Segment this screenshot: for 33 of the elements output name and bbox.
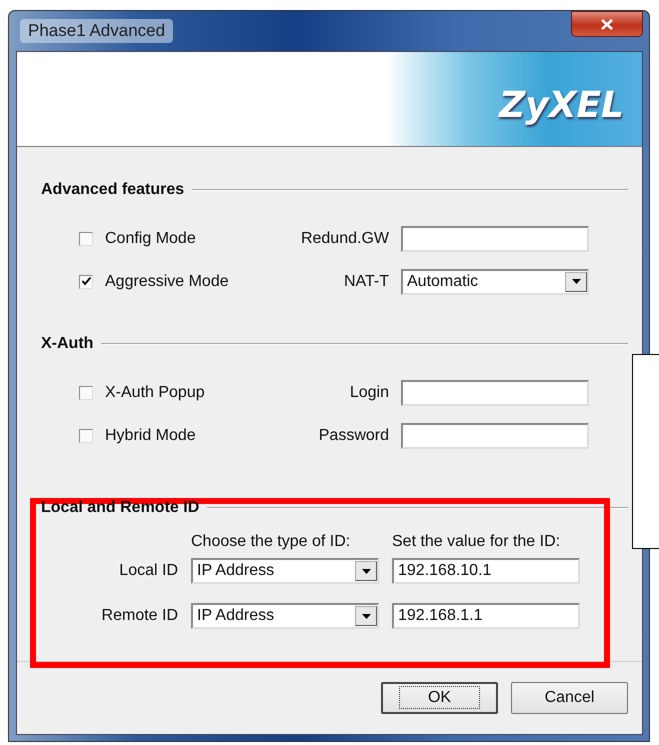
input-field[interactable]	[401, 380, 589, 406]
field-label: Login	[350, 384, 389, 402]
checkbox[interactable]	[79, 274, 93, 288]
input-field[interactable]: 192.168.10.1	[392, 558, 580, 584]
section-title: Local and Remote ID	[41, 499, 200, 517]
input-field[interactable]	[401, 226, 589, 252]
checkbox-label: X-Auth Popup	[105, 384, 205, 402]
window-title: Phase1 Advanced	[20, 19, 174, 43]
input-field[interactable]	[401, 422, 589, 448]
checkbox-label: Config Mode	[105, 230, 196, 248]
logo: ZyXEL	[499, 84, 624, 126]
ok-button[interactable]: OK	[381, 682, 498, 714]
cancel-button[interactable]: Cancel	[511, 682, 628, 714]
column-header: Choose the type of ID:	[191, 533, 352, 551]
checkbox[interactable]	[79, 386, 93, 400]
section-title: X-Auth	[41, 335, 94, 353]
close-button[interactable]	[571, 11, 643, 37]
dropdown[interactable]: IP Address	[191, 603, 379, 629]
field-label: Local ID	[118, 562, 178, 580]
checkbox[interactable]	[79, 428, 93, 442]
field-label: Redund.GW	[300, 230, 389, 248]
field-label: Password	[318, 426, 389, 444]
input-field[interactable]: 192.168.1.1	[392, 603, 580, 629]
checkbox-label: Aggressive Mode	[105, 272, 229, 290]
column-header: Set the value for the ID:	[392, 533, 562, 551]
close-icon	[601, 18, 613, 30]
field-label: Remote ID	[100, 607, 178, 625]
dropdown[interactable]: Automatic	[401, 268, 589, 294]
field-label: NAT-T	[344, 272, 389, 290]
checkbox[interactable]	[79, 232, 93, 246]
checkbox-label: Hybrid Mode	[105, 426, 196, 444]
section-title: Advanced features	[41, 181, 184, 199]
dropdown[interactable]: IP Address	[191, 558, 379, 584]
